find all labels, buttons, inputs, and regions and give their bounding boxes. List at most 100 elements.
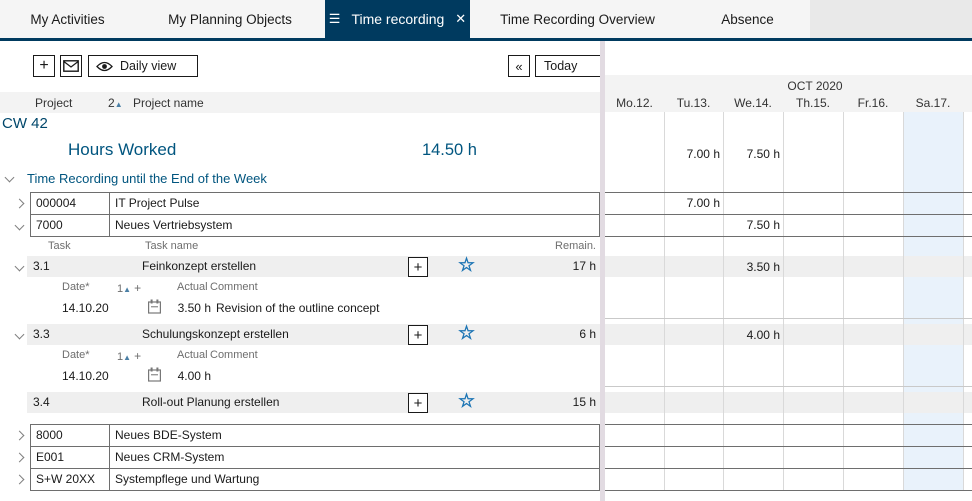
eye-icon xyxy=(96,61,113,72)
gridline xyxy=(903,112,904,491)
col-actual: Actual xyxy=(177,349,208,361)
entry-sort-indicator[interactable]: 1▲ + xyxy=(117,281,141,295)
col-project[interactable]: Project xyxy=(35,96,72,110)
project-row-7000[interactable]: 7000 Neues Vertriebsystem xyxy=(30,214,600,237)
close-tab-icon[interactable]: ✕ xyxy=(455,11,466,27)
gridline xyxy=(783,112,784,491)
task-remaining: 15 h xyxy=(536,395,596,409)
add-booking-button[interactable]: + xyxy=(408,325,428,345)
tab-time-recording-label: Time recording xyxy=(351,11,444,27)
sort-asc-icon: ▲ xyxy=(115,100,123,109)
week-label: CW 42 xyxy=(2,115,48,132)
task-name: Feinkonzept erstellen xyxy=(142,259,256,273)
tab-absence[interactable]: Absence xyxy=(690,0,805,38)
project-id: 000004 xyxy=(30,192,110,215)
add-column-icon[interactable]: + xyxy=(134,281,141,295)
task-name: Roll-out Planung erstellen xyxy=(142,395,279,409)
tab-my-activities[interactable]: My Activities xyxy=(0,0,135,38)
row-border xyxy=(605,490,972,491)
day-header-we[interactable]: We.14. xyxy=(723,96,783,110)
today-button[interactable]: Today xyxy=(535,55,600,77)
project-day-value[interactable]: 7.00 h xyxy=(664,196,723,210)
chevron-right-icon[interactable] xyxy=(15,475,25,485)
chevron-down-icon[interactable] xyxy=(5,173,15,183)
sort-order-number: 2 xyxy=(108,96,115,110)
task-day-value[interactable]: 3.50 h xyxy=(723,260,783,274)
chevron-down-icon[interactable] xyxy=(15,262,25,272)
entry-actual: 4.00 h xyxy=(151,369,211,383)
chevron-right-icon[interactable] xyxy=(15,453,25,463)
hamburger-icon[interactable]: ☰ xyxy=(329,11,341,27)
add-booking-button[interactable]: + xyxy=(408,257,428,277)
gridline xyxy=(843,112,844,491)
tab-time-recording[interactable]: ☰ Time recording ✕ xyxy=(325,0,470,38)
day-header-th[interactable]: Th.15. xyxy=(783,96,843,110)
task-remaining: 17 h xyxy=(536,259,596,273)
task-id: 3.3 xyxy=(33,327,50,341)
envelope-icon xyxy=(63,60,79,72)
project-row-E001[interactable]: E001 Neues CRM-System xyxy=(30,446,600,469)
favorite-star-icon[interactable]: ☆ xyxy=(458,392,475,411)
col-comment: Comment xyxy=(210,349,258,361)
row-border xyxy=(605,214,972,215)
day-header-sa[interactable]: Sa.17. xyxy=(903,96,963,110)
project-row-000004[interactable]: 000004 IT Project Pulse xyxy=(30,192,600,215)
entry-row-border xyxy=(605,318,972,319)
task-remaining: 6 h xyxy=(536,327,596,341)
task-row-3-4[interactable] xyxy=(27,392,600,413)
task-row-3-3[interactable] xyxy=(27,324,600,345)
sort-asc-icon: ▲ xyxy=(123,353,131,362)
entry-sort-indicator[interactable]: 1▲ + xyxy=(117,349,141,363)
day-header-tu[interactable]: Tu.13. xyxy=(664,96,723,110)
entry-comment: Revision of the outline concept xyxy=(216,301,379,315)
task-day-value[interactable]: 4.00 h xyxy=(723,328,783,342)
calendar-grid-pane: OCT 2020 Mo.12. Tu.13. We.14. Th.15. Fr.… xyxy=(605,41,972,501)
project-row-8000[interactable]: 8000 Neues BDE-System xyxy=(30,424,600,447)
favorite-star-icon[interactable]: ☆ xyxy=(458,256,475,275)
chevron-down-icon[interactable] xyxy=(15,330,25,340)
tab-bar: My Activities My Planning Objects ☰ Time… xyxy=(0,0,972,38)
favorite-star-icon[interactable]: ☆ xyxy=(458,324,475,343)
add-column-icon[interactable]: + xyxy=(134,349,141,363)
task-name: Schulungskonzept erstellen xyxy=(142,327,289,341)
project-day-value[interactable]: 7.50 h xyxy=(723,218,783,232)
mail-button[interactable] xyxy=(60,55,82,77)
col-sort-indicator[interactable]: 2▲ xyxy=(108,96,123,110)
task-row-3-1[interactable] xyxy=(27,256,600,277)
weekend-column-highlight xyxy=(903,112,963,491)
chevron-down-icon[interactable] xyxy=(15,221,25,231)
add-booking-button[interactable]: + xyxy=(408,393,428,413)
prev-week-button[interactable]: « xyxy=(508,55,530,77)
tab-time-recording-overview[interactable]: Time Recording Overview xyxy=(480,0,675,38)
hours-worked-day-value: 7.50 h xyxy=(723,147,783,161)
col-remaining: Remain. xyxy=(555,240,596,252)
project-row-SW20XX[interactable]: S+W 20XX Systempflege und Wartung xyxy=(30,468,600,491)
task-id: 3.1 xyxy=(33,259,50,273)
entry-date[interactable]: 14.10.20 xyxy=(62,301,109,315)
entry-date[interactable]: 14.10.20 xyxy=(62,369,109,383)
chevron-right-icon[interactable] xyxy=(15,199,25,209)
row-border xyxy=(605,192,972,193)
entry-row-border xyxy=(605,386,972,387)
view-mode-dropdown[interactable]: Daily view xyxy=(88,55,198,77)
chevron-right-icon[interactable] xyxy=(15,431,25,441)
task-id: 3.4 xyxy=(33,395,50,409)
project-id: 8000 xyxy=(30,424,110,447)
tabbar-filler xyxy=(810,0,972,38)
day-header-mo[interactable]: Mo.12. xyxy=(605,96,664,110)
hours-worked-day-value: 7.00 h xyxy=(664,147,723,161)
tab-my-planning-objects[interactable]: My Planning Objects xyxy=(135,0,325,38)
project-table-pane: + Daily view « Today Project 2▲ Project … xyxy=(0,41,600,501)
add-button[interactable]: + xyxy=(33,55,55,77)
col-project-name[interactable]: Project name xyxy=(133,96,204,110)
section-label[interactable]: Time Recording until the End of the Week xyxy=(27,171,267,186)
col-date: Date* xyxy=(62,349,90,361)
project-id: 7000 xyxy=(30,214,110,237)
row-border xyxy=(605,446,972,447)
project-id: S+W 20XX xyxy=(30,468,110,491)
col-actual: Actual xyxy=(177,281,208,293)
project-name: Neues Vertriebsystem xyxy=(109,214,600,237)
time-recording-app: My Activities My Planning Objects ☰ Time… xyxy=(0,0,972,501)
day-header-fr[interactable]: Fr.16. xyxy=(843,96,903,110)
col-task: Task xyxy=(48,240,71,252)
